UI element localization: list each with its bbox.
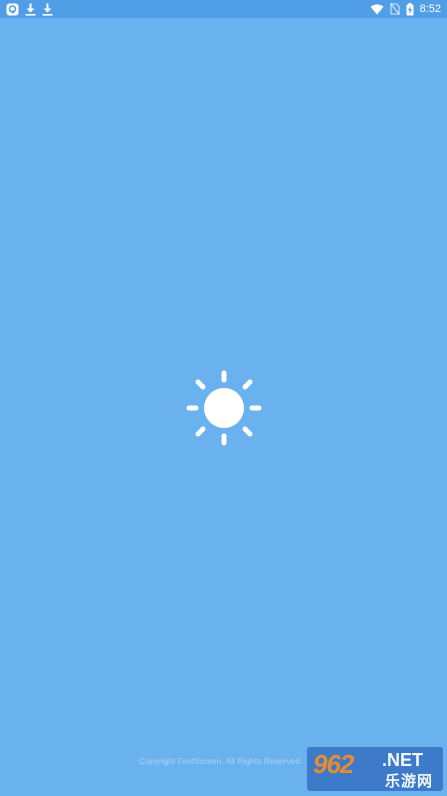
download-icon: [42, 3, 53, 16]
sun-icon: [184, 368, 264, 448]
status-bar-notifications: [6, 1, 53, 17]
status-bar-time: 8:52: [419, 3, 441, 15]
watermark-logo: 962 .NET 乐游网: [307, 747, 443, 791]
download-icon: [25, 3, 36, 16]
wifi-icon: [370, 3, 384, 15]
app-notification-icon: [6, 3, 19, 16]
status-bar-system: 8:52: [370, 1, 441, 17]
watermark-number: 962: [313, 749, 354, 779]
copyright-text: Copyright FirstScreen. All Rights Reserv…: [139, 756, 303, 766]
battery-charging-icon: [406, 2, 414, 16]
status-bar: 8:52: [0, 0, 447, 18]
no-sim-icon: [389, 3, 400, 15]
watermark-chinese: 乐游网: [385, 772, 434, 790]
watermark-domain: .NET: [382, 750, 424, 770]
